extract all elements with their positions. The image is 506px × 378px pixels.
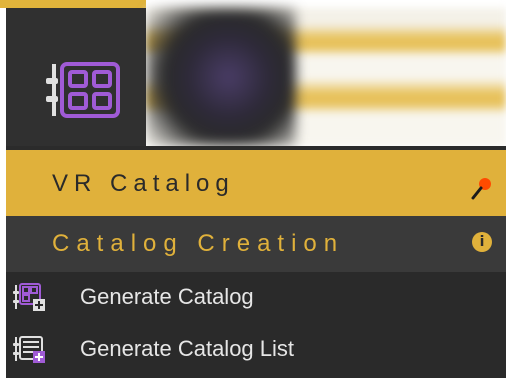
menu-item-label: Generate Catalog List: [80, 336, 295, 361]
section-title: Catalog Creation: [52, 230, 345, 257]
menu-list: Generate Catalog Generate Catalog List: [6, 272, 506, 378]
menu-item-label: Generate Catalog: [80, 284, 254, 309]
top-bar: [0, 0, 506, 150]
app-launcher-tile[interactable]: [6, 8, 146, 146]
section-header[interactable]: Catalog Creation i: [6, 216, 506, 272]
panel-header: VR Catalog: [6, 150, 506, 216]
catalog-grid-icon: [46, 62, 120, 118]
menu-item-generate-catalog[interactable]: Generate Catalog: [6, 272, 506, 324]
active-tab-indicator: [0, 0, 146, 8]
generate-catalog-list-icon: [13, 336, 45, 363]
info-icon[interactable]: i: [472, 232, 492, 252]
preview-thumbnail-shadow: [146, 8, 296, 146]
menu-item-generate-catalog-list[interactable]: Generate Catalog List: [6, 324, 506, 376]
generate-catalog-icon: [13, 283, 45, 311]
panel-title: VR Catalog: [52, 170, 235, 197]
pin-icon[interactable]: [470, 176, 492, 200]
catalog-panel: VR Catalog Catalog Creation i Generate C…: [6, 146, 506, 378]
